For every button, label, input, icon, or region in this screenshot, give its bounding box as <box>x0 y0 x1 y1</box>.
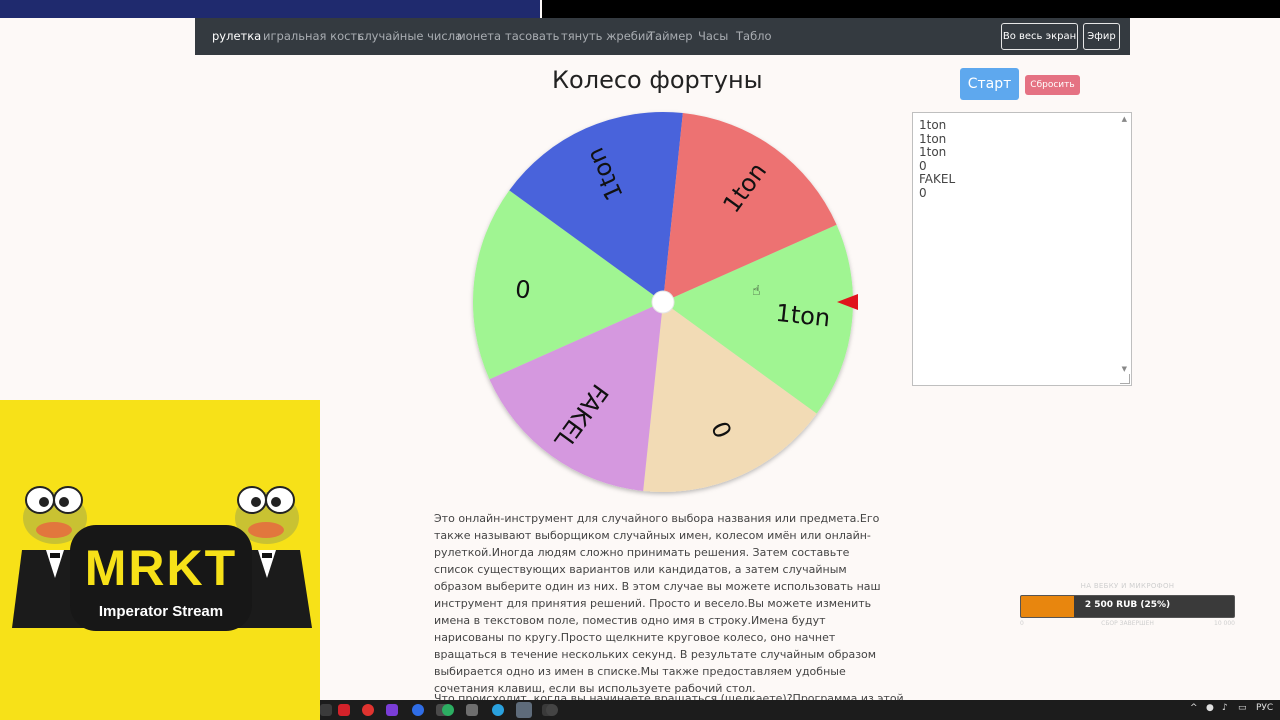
yandex-browser-icon[interactable] <box>516 702 532 718</box>
goal-max: 10 000 <box>1214 620 1235 627</box>
stream-overlay: MRKT Imperator Stream <box>0 400 320 720</box>
microphone-icon[interactable]: ● <box>1206 703 1214 713</box>
volume-icon[interactable]: ♪ <box>1222 703 1228 713</box>
app-icon-purple[interactable] <box>386 704 398 716</box>
mouse-cursor-icon: ☝ <box>752 283 761 299</box>
goal-progress-bar: 2 500 RUB (25%) <box>1020 595 1235 618</box>
description-text: Это онлайн-инструмент для случайного выб… <box>434 512 881 695</box>
wheel-segment-label: 0 <box>514 274 532 303</box>
opera-icon[interactable] <box>362 704 374 716</box>
app-icon-blue[interactable] <box>412 704 424 716</box>
goal-status: СБОР ЗАВЕРШЕН <box>1101 620 1154 627</box>
logo-subtitle: Imperator Stream <box>98 603 224 620</box>
yandex-icon[interactable] <box>338 704 350 716</box>
donation-goal-widget: НА ВЕБКУ И МИКРОФОН 2 500 RUB (25%) 0 СБ… <box>1020 582 1235 632</box>
logo-title: MRKT <box>84 540 238 596</box>
network-icon[interactable]: ▭ <box>1238 703 1247 713</box>
mrkt-logo: MRKT Imperator Stream <box>70 525 252 631</box>
taskbar-app-icon[interactable] <box>320 704 332 716</box>
taskbar: ^ ● ♪ ▭ РУС <box>320 700 1280 720</box>
goal-title: НА ВЕБКУ И МИКРОФОН <box>1080 582 1175 590</box>
chrome-icon[interactable] <box>442 704 454 716</box>
wheel-segment-label: 1ton <box>774 299 831 333</box>
language-indicator[interactable]: РУС <box>1256 703 1273 713</box>
wheel-center-hub <box>651 290 675 314</box>
settings-gear-icon[interactable] <box>546 704 558 716</box>
telegram-icon[interactable] <box>492 704 504 716</box>
app-icon-grey[interactable] <box>466 704 478 716</box>
tray-chevron-up-icon[interactable]: ^ <box>1190 703 1198 713</box>
goal-amount: 2 500 RUB (25%) <box>1084 600 1171 610</box>
